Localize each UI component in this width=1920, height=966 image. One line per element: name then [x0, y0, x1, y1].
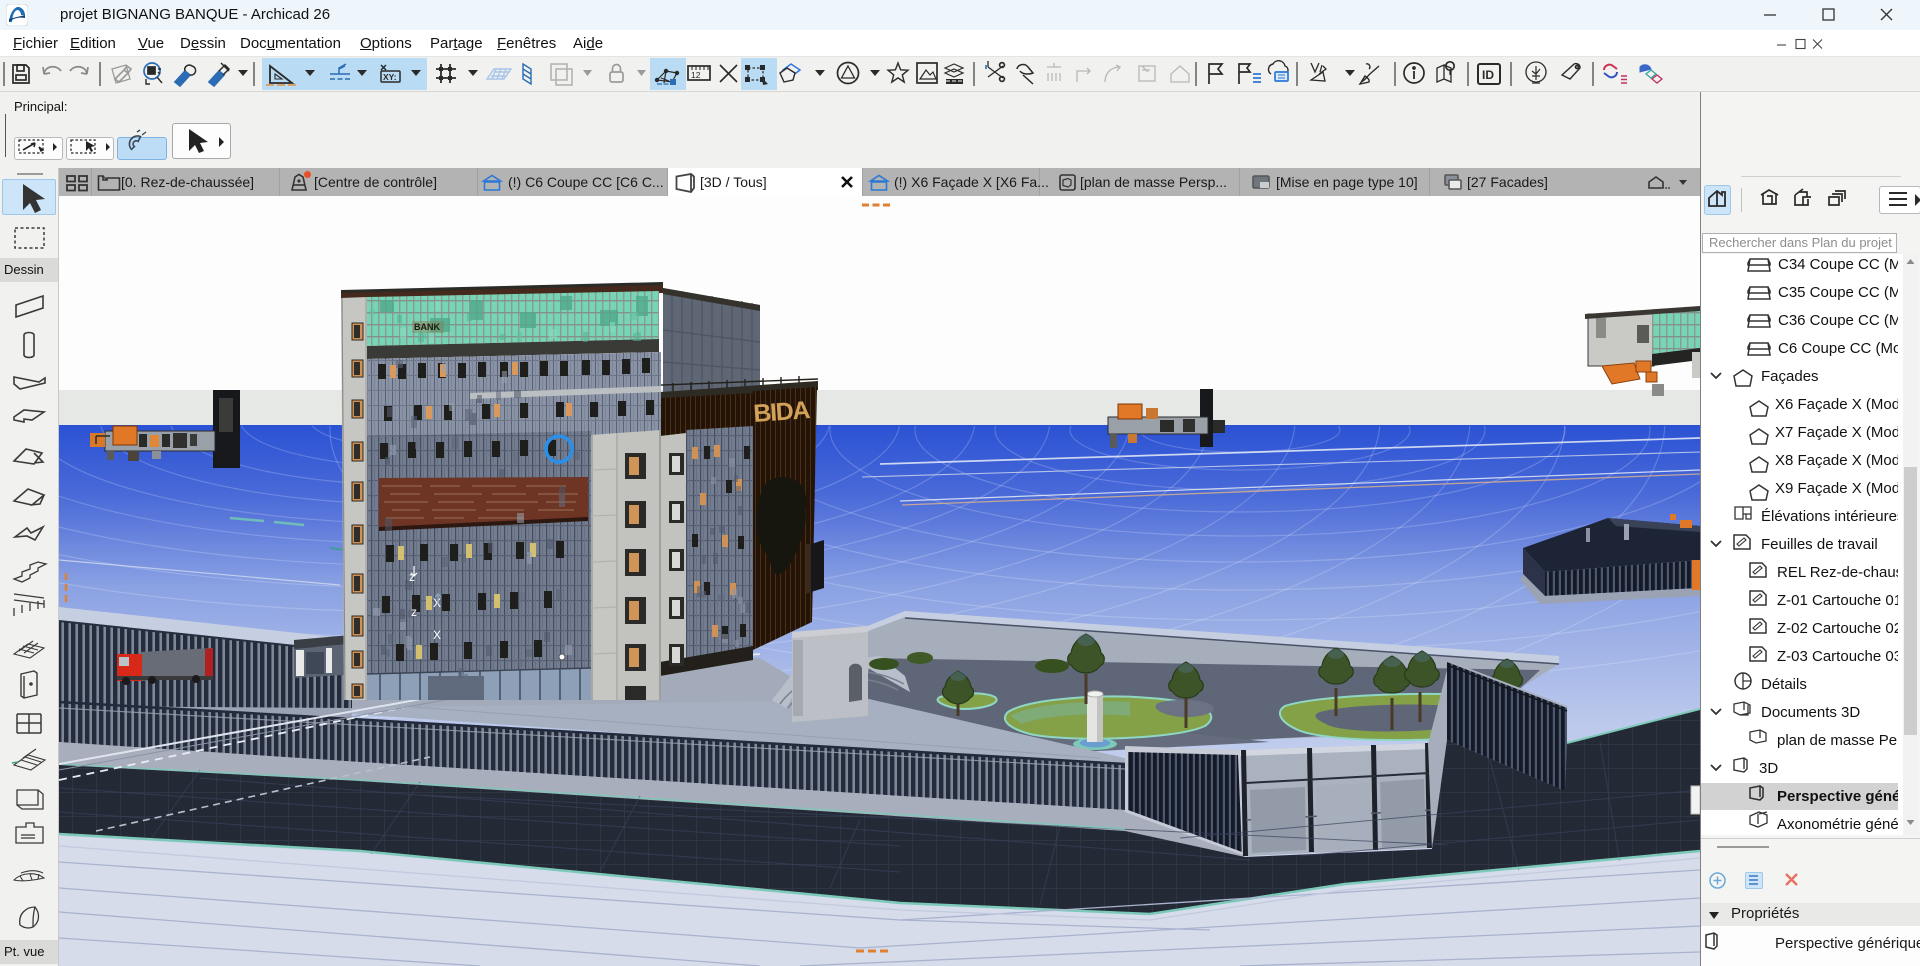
- svg-text:BANK: BANK: [414, 322, 440, 332]
- svg-text:X: X: [433, 628, 441, 642]
- svg-text:12: 12: [691, 70, 701, 80]
- svg-text:z: z: [411, 605, 417, 619]
- svg-text:XY:: XY:: [383, 72, 397, 82]
- svg-text:BIDA: BIDA: [752, 396, 811, 428]
- svg-text:X: X: [433, 596, 441, 610]
- svg-text:ID: ID: [1482, 68, 1494, 82]
